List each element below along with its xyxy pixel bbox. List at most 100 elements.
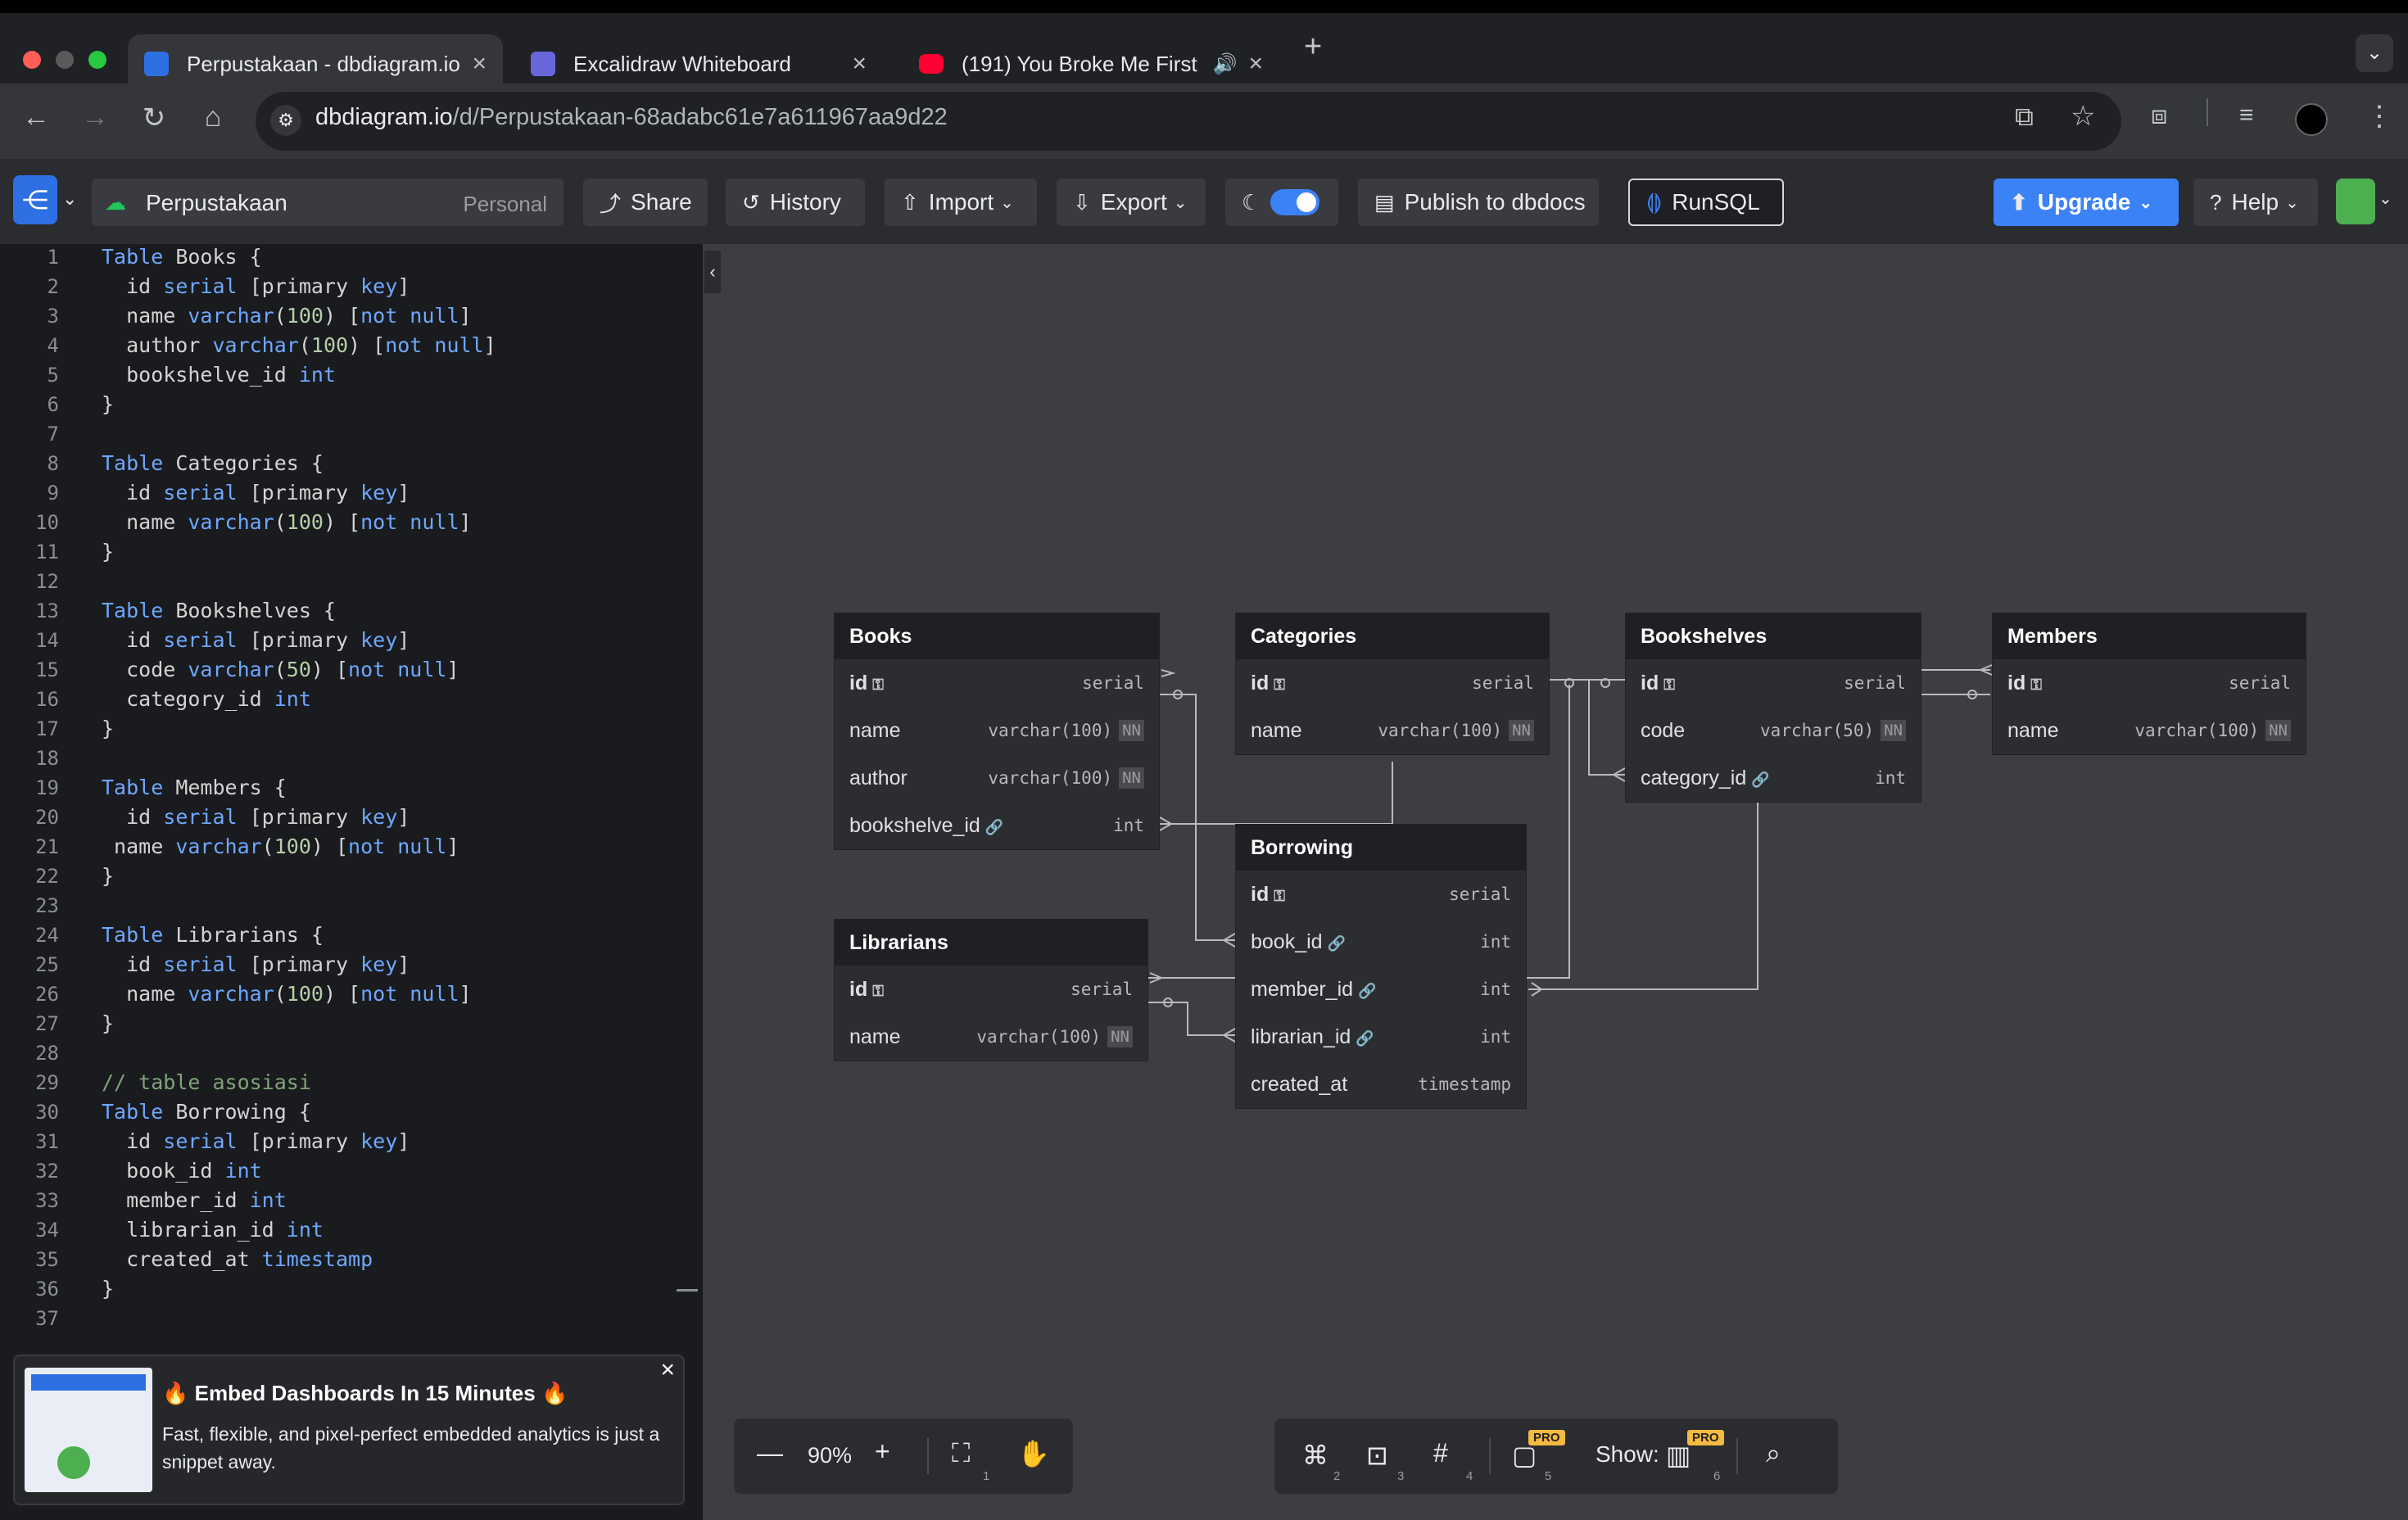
view-toolbar: ⌘ 2 ⊡ 3 # 4 ▢ PRO 5 Show: ▥ PRO 6 ⌕: [1274, 1418, 1838, 1494]
pro-badge: PRO: [1528, 1430, 1565, 1445]
table-row[interactable]: librarian_id 🔗 int: [1236, 1013, 1526, 1061]
show-label: Show:: [1596, 1441, 1659, 1467]
rel-bookshelves-borrowing: [1528, 801, 1758, 990]
pro-badge: PRO: [1687, 1430, 1724, 1445]
auto-arrange-icon[interactable]: ⌘: [1302, 1440, 1328, 1471]
table-members[interactable]: Members id ⚿ serial name varchar(100) NN: [1992, 613, 2306, 755]
field-type: serial: [1082, 673, 1144, 693]
table-header[interactable]: Borrowing: [1236, 825, 1526, 871]
table-header[interactable]: Bookshelves: [1626, 613, 1921, 659]
field-name: id: [2007, 671, 2026, 694]
table-header[interactable]: Members: [1993, 613, 2306, 659]
field-name: id: [849, 671, 868, 694]
not-null-badge: NN: [1119, 720, 1144, 741]
field-type: serial: [2229, 673, 2291, 693]
relationship-lines: [1148, 664, 1993, 1043]
rel-categories-bookshelves: [1550, 679, 1625, 776]
table-categories[interactable]: Categories id ⚿ serial name varchar(100) NN: [1235, 613, 1550, 755]
relationship-line-icon[interactable]: ⊡: [1366, 1440, 1388, 1471]
table-row[interactable]: id ⚿ serial: [1236, 659, 1549, 707]
field-type: serial: [1070, 979, 1133, 999]
table-header[interactable]: Librarians: [835, 920, 1147, 966]
grid-frame-icon[interactable]: #: [1433, 1438, 1448, 1468]
field-name: id: [1641, 671, 1659, 694]
table-row[interactable]: book_id 🔗 int: [1236, 918, 1526, 966]
field-name: id: [1251, 882, 1270, 906]
field-name: category_id: [1641, 766, 1747, 789]
table-books[interactable]: Books id ⚿ serial name varchar(100) NN autho…: [834, 613, 1160, 850]
not-null-badge: NN: [1881, 720, 1906, 741]
table-header[interactable]: Books: [835, 613, 1159, 659]
toolbar-divider: [927, 1438, 929, 1474]
rel-books-bookshelves: [1158, 762, 1393, 825]
not-null-badge: NN: [2265, 720, 2291, 741]
field-name: author: [849, 766, 908, 789]
rel-books-borrowing: [1158, 694, 1235, 941]
field-name: librarian_id: [1251, 1025, 1351, 1048]
field-type: int: [1480, 932, 1511, 952]
table-row[interactable]: name varchar(100) NN: [1236, 707, 1549, 754]
table-row[interactable]: name varchar(100) NN: [835, 707, 1159, 754]
fit-to-screen-icon[interactable]: ⛶: [952, 1438, 970, 1469]
field-type: varchar(100): [988, 721, 1113, 740]
rel-librarians-borrowing: [1148, 1002, 1235, 1036]
toolbar-divider: [1736, 1438, 1738, 1474]
table-row[interactable]: created_at timestamp: [1236, 1061, 1526, 1108]
key-icon: ⚿: [872, 982, 884, 999]
link-icon: 🔗: [1751, 771, 1770, 788]
table-row[interactable]: code varchar(50) NN: [1626, 707, 1921, 754]
field-name: name: [849, 718, 901, 742]
table-row[interactable]: id ⚿ serial: [1626, 659, 1921, 707]
zoom-level[interactable]: 90%: [808, 1443, 852, 1468]
table-row[interactable]: category_id 🔗 int: [1626, 754, 1921, 802]
field-type: int: [1480, 1027, 1511, 1047]
shortcut-number: 2: [1333, 1469, 1341, 1483]
not-null-badge: NN: [1119, 767, 1144, 789]
field-type: serial: [1844, 673, 1906, 693]
shortcut-number: 3: [1397, 1469, 1405, 1483]
field-type: int: [1113, 816, 1144, 835]
zoom-out-icon[interactable]: —: [757, 1438, 783, 1468]
field-type: int: [1875, 768, 1906, 788]
field-type: varchar(50): [1760, 721, 1875, 740]
table-row[interactable]: id ⚿ serial: [835, 659, 1159, 707]
toolbar-divider: [1489, 1438, 1491, 1474]
hand-pan-icon[interactable]: ✋: [1017, 1438, 1050, 1469]
not-null-badge: NN: [1509, 720, 1534, 741]
rel-members: [1920, 669, 1990, 695]
field-name: id: [1251, 671, 1270, 694]
table-row[interactable]: name varchar(100) NN: [1993, 707, 2306, 754]
table-row[interactable]: id ⚿ serial: [1236, 871, 1526, 918]
field-name: created_at: [1251, 1072, 1348, 1096]
table-bookshelves[interactable]: Bookshelves id ⚿ serial code varchar(50) NN …: [1625, 613, 1921, 803]
table-librarians[interactable]: Librarians id ⚿ serial name varchar(100) NN: [834, 919, 1148, 1061]
field-type: serial: [1472, 673, 1534, 693]
zoom-toolbar: — 90% + ⛶ 1 ✋: [734, 1418, 1073, 1494]
field-type: varchar(100): [976, 1027, 1102, 1047]
zoom-in-icon[interactable]: +: [875, 1436, 890, 1467]
link-icon: 🔗: [1327, 934, 1346, 952]
table-borrowing[interactable]: Borrowing id ⚿ serial book_id 🔗 int member_i…: [1235, 824, 1527, 1109]
table-row[interactable]: member_id 🔗 int: [1236, 966, 1526, 1013]
table-row[interactable]: bookshelve_id 🔗 int: [835, 802, 1159, 849]
field-type: varchar(100): [988, 768, 1113, 788]
shortcut-number: 1: [983, 1469, 990, 1483]
table-header[interactable]: Categories: [1236, 613, 1549, 659]
link-icon: 🔗: [1356, 1029, 1374, 1047]
not-null-badge: NN: [1107, 1026, 1133, 1047]
field-name: code: [1641, 718, 1686, 742]
field-name: bookshelve_id: [849, 813, 980, 837]
search-icon[interactable]: ⌕: [1766, 1438, 1781, 1469]
field-name: book_id: [1251, 930, 1323, 953]
field-name: name: [849, 1025, 901, 1048]
table-row[interactable]: id ⚿ serial: [1993, 659, 2306, 707]
table-row[interactable]: name varchar(100) NN: [835, 1013, 1147, 1061]
shortcut-number: 4: [1466, 1469, 1473, 1483]
shortcut-number: 5: [1545, 1469, 1552, 1483]
table-row[interactable]: author varchar(100) NN: [835, 754, 1159, 802]
field-type: varchar(100): [1378, 721, 1503, 740]
table-row[interactable]: id ⚿ serial: [835, 966, 1147, 1013]
key-icon: ⚿: [2030, 676, 2042, 693]
field-type: serial: [1449, 884, 1511, 904]
field-name: name: [1251, 718, 1302, 742]
